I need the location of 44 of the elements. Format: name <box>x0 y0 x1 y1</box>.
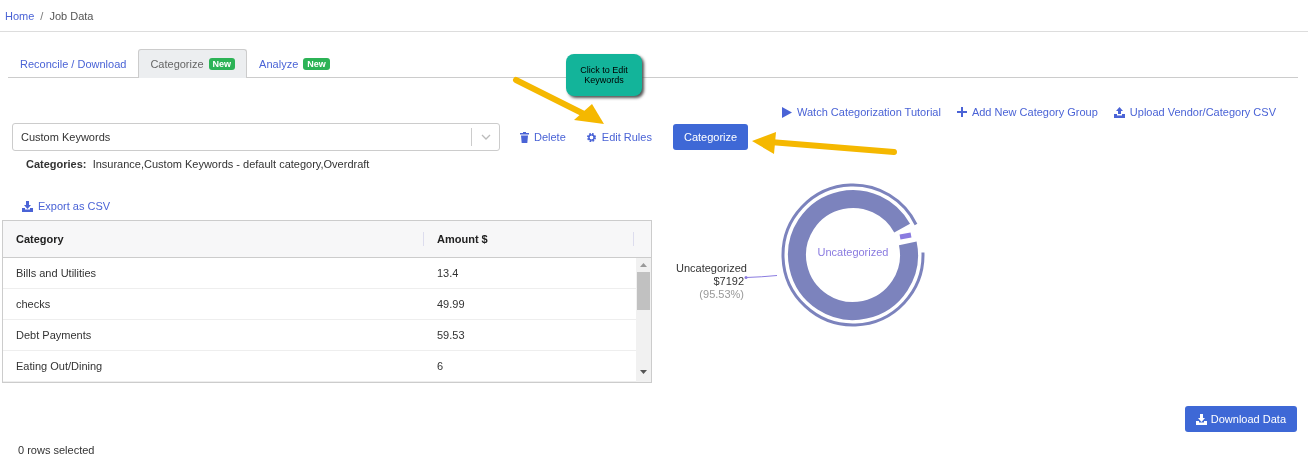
plus-icon <box>956 107 967 117</box>
upload-icon <box>1113 106 1125 118</box>
action-link[interactable]: Delete <box>520 131 566 143</box>
slice-value: $7192 <box>712 275 744 288</box>
new-badge: New <box>208 58 236 70</box>
table-cell-text: checks <box>15 298 52 310</box>
toolbar-link[interactable]: Upload Vendor/Category CSV <box>1113 102 1276 122</box>
donut-center-label: Uncategorized <box>816 246 890 258</box>
table-cell-text: 6 <box>436 360 445 372</box>
scrollbar[interactable] <box>636 258 651 382</box>
chevron-down-icon <box>480 134 491 140</box>
action-link[interactable]: Edit Rules <box>585 131 652 143</box>
status-text: 0 rows selected <box>17 443 96 456</box>
export-link[interactable]: Export as CSV <box>22 200 111 212</box>
tab[interactable]: Reconcile / Download <box>8 49 139 78</box>
table-cell-text: 49.99 <box>436 298 466 310</box>
categories-text: Categories: Insurance,Custom Keywords - default category,Overdraft <box>25 157 371 170</box>
play-icon <box>782 106 792 118</box>
slice-label: Uncategorized <box>676 262 744 275</box>
tab[interactable]: Analyze New <box>247 49 342 78</box>
breadcrumb-separator: / <box>40 9 44 22</box>
trash-icon <box>520 131 529 143</box>
download-icon <box>22 200 33 212</box>
callout-bubble: Click to Edit Keywords <box>566 54 642 96</box>
leader-line <box>744 274 778 280</box>
breadcrumb-current: Job Data <box>49 9 94 22</box>
table-cell-text: Debt Payments <box>15 329 93 341</box>
settings-icon <box>585 131 597 143</box>
tab[interactable]: Categorize New <box>138 49 248 78</box>
table-cell-text: 13.4 <box>436 267 460 279</box>
table-cell-text: Eating Out/Dining <box>15 360 104 372</box>
breadcrumb-link[interactable]: Home <box>5 9 35 22</box>
table-cell-text: 59.53 <box>436 329 466 341</box>
download-button[interactable]: Download Data <box>1184 406 1297 432</box>
toolbar-link[interactable]: Watch Categorization Tutorial <box>782 102 941 122</box>
slice-percent: (95.53%) <box>698 288 744 301</box>
categorize-button[interactable]: Categorize <box>672 124 749 150</box>
new-badge: New <box>303 58 330 70</box>
column-header[interactable]: Amount $ <box>424 232 634 246</box>
category-group-select[interactable]: Custom Keywords <box>12 123 500 151</box>
download-icon <box>1195 413 1207 425</box>
table-cell-text: Bills and Utilities <box>15 267 98 279</box>
column-header[interactable]: Category <box>3 232 424 246</box>
toolbar-link[interactable]: Add New Category Group <box>956 102 1098 122</box>
